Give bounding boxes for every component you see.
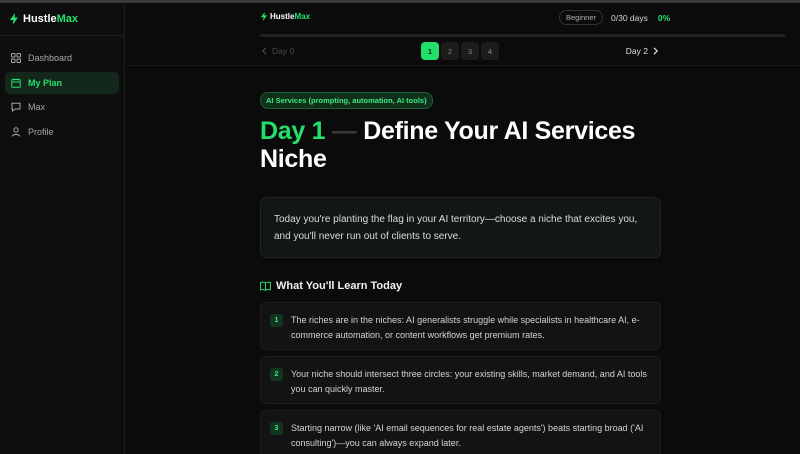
sidebar-brand[interactable]: Hustle Max [0,3,124,36]
previous-day-button[interactable]: Day 0 [261,46,294,56]
brand-name-part2: Max [294,12,311,21]
percent-complete: 0% [657,12,671,23]
book-icon [260,281,271,291]
sidebar-item-my-plan[interactable]: My Plan [5,71,119,94]
day-navigation: Day 0 1 2 3 4 Day 2 [126,36,800,66]
level-badge: Beginner [559,10,604,25]
header-brand[interactable]: Hustle Max [260,12,310,21]
sidebar: Hustle Max Dashboard My Plan Max Profile [0,3,125,454]
calendar-icon [11,77,21,88]
item-text: Starting narrow (like 'AI email sequence… [291,423,644,448]
sidebar-item-label: My Plan [28,77,63,88]
item-number-badge: 3 [270,422,283,435]
sidebar-item-label: Max [28,102,46,112]
title-dash: — [331,117,357,145]
brand-name-part2: Max [56,13,79,25]
intro-card: Today you're planting the flag in your A… [260,197,661,258]
user-icon [11,126,21,137]
item-text: The riches are in the niches: AI general… [291,315,640,340]
learn-heading-text: What You'll Learn Today [276,280,403,292]
next-day-button[interactable]: Day 2 [626,46,659,56]
item-text: Your niche should intersect three circle… [291,369,647,394]
sidebar-item-dashboard[interactable]: Dashboard [5,47,119,69]
grid-icon [11,53,21,63]
chat-icon [11,102,21,112]
sidebar-item-label: Dashboard [28,53,73,63]
page-button-2[interactable]: 2 [441,42,459,60]
page-title: Day 1 — Define Your AI Services Niche [260,117,661,173]
lightning-bolt-icon [261,12,267,21]
day-label: Day 1 [260,117,326,145]
brand-name-part1: Hustle [23,13,57,25]
page-button-3[interactable]: 3 [461,42,479,60]
sidebar-nav: Dashboard My Plan Max Profile [0,36,124,143]
previous-day-label: Day 0 [272,46,295,56]
category-tag: AI Services (prompting, automation, AI t… [260,92,433,109]
list-item: 2 Your niche should intersect three circ… [260,356,661,404]
chevron-left-icon [261,47,267,55]
lightning-bolt-icon [10,13,18,25]
item-number-badge: 2 [270,368,283,381]
list-item: 3 Starting narrow (like 'AI email sequen… [260,410,661,454]
page-button-4[interactable]: 4 [481,42,499,60]
next-day-label: Day 2 [625,46,648,56]
lesson-content: AI Services (prompting, automation, AI t… [260,90,661,454]
intro-text: Today you're planting the flag in your A… [274,214,638,242]
chevron-right-icon [653,47,659,55]
learn-section-heading: What You'll Learn Today [260,280,661,292]
day-pagination: 1 2 3 4 [421,42,501,60]
sidebar-item-max[interactable]: Max [5,96,119,118]
progress-summary: Beginner 0/30 days 0% [559,10,670,25]
list-item: 1 The riches are in the niches: AI gener… [260,302,661,350]
learn-list: 1 The riches are in the niches: AI gener… [260,302,661,454]
top-header: Hustle Max Beginner 0/30 days 0% [126,3,800,37]
brand-name-part1: Hustle [270,12,295,21]
days-progress-text: 0/30 days [611,12,648,23]
sidebar-item-label: Profile [28,126,54,137]
sidebar-item-profile[interactable]: Profile [5,121,119,143]
page-button-1[interactable]: 1 [421,42,439,60]
item-number-badge: 1 [270,314,283,327]
